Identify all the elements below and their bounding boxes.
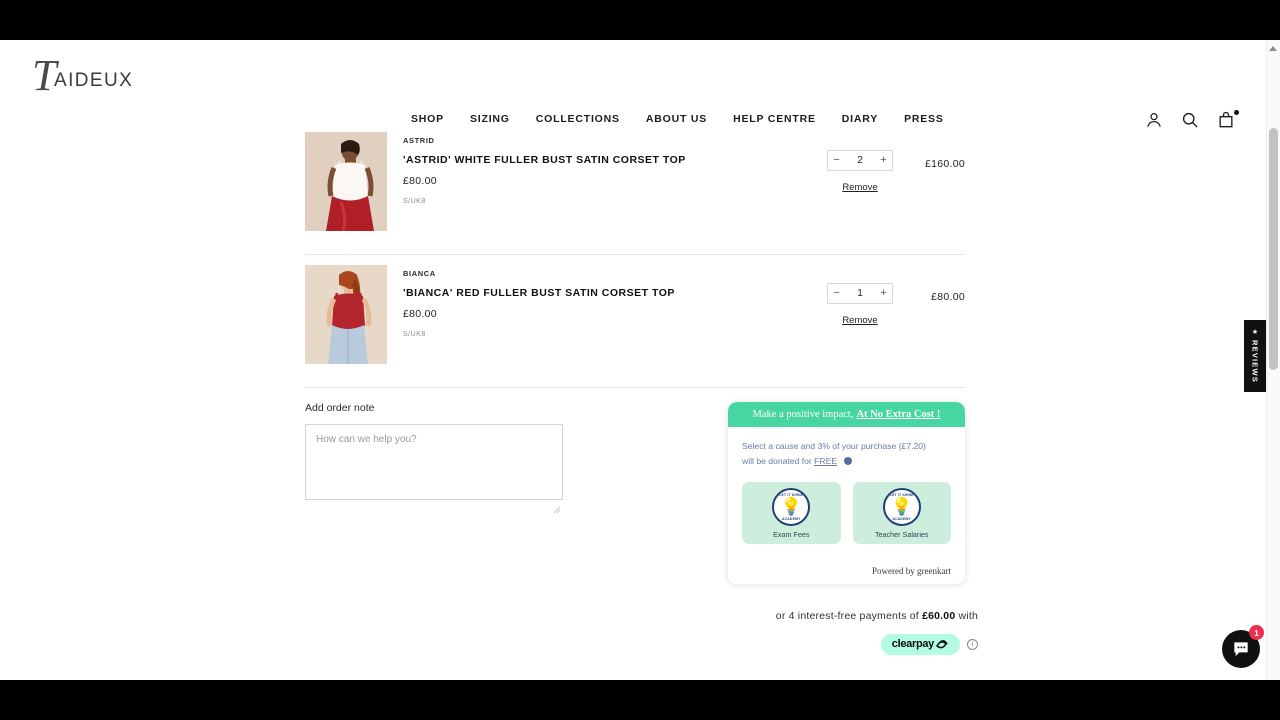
greenkart-description-line2: will be donated for — [742, 456, 812, 467]
reviews-tab-button[interactable]: ★ REVIEWS — [1244, 320, 1266, 392]
product-title[interactable]: 'ASTRID' WHITE FULLER BUST SATIN CORSET … — [403, 154, 783, 166]
product-info: ASTRID 'ASTRID' WHITE FULLER BUST SATIN … — [403, 136, 783, 205]
cause-option-teacher-salaries[interactable]: LET IT SHINE 💡 ACADEMY Teacher Salaries — [852, 482, 951, 545]
order-note-section: Add order note — [305, 402, 565, 514]
page-scrollbar[interactable] — [1266, 40, 1280, 680]
clearpay-brand-text: clearpay — [891, 638, 935, 650]
clearpay-swirl-icon — [936, 639, 948, 648]
cause-option-exam-fees[interactable]: LET IT SHINE 💡 ACADEMY Exam Fees — [742, 482, 841, 545]
clearpay-badge-row: clearpay i — [678, 634, 978, 655]
product-thumbnail-astrid[interactable] — [305, 132, 387, 231]
line-item-total: £80.00 — [931, 291, 965, 303]
badge-top-text: LET IT SHINE — [779, 492, 804, 497]
remove-item-link[interactable]: Remove — [805, 315, 915, 326]
cart-badge-dot — [1234, 110, 1239, 115]
quantity-decrease-button[interactable]: − — [828, 151, 845, 170]
clearpay-text-post: with — [958, 610, 978, 622]
cart-line-item: ASTRID 'ASTRID' WHITE FULLER BUST SATIN … — [305, 122, 965, 255]
quantity-area: − 1 + Remove — [805, 283, 915, 326]
product-unit-price: £80.00 — [403, 175, 437, 187]
greenkart-header-lead: Make a positive impact, — [752, 409, 854, 420]
quantity-value: 2 — [857, 155, 863, 166]
product-vendor: ASTRID — [403, 136, 435, 145]
cause-label: Teacher Salaries — [874, 529, 929, 539]
academy-badge-icon: LET IT SHINE 💡 ACADEMY — [882, 487, 921, 526]
site-logo[interactable]: T AIDEUX — [30, 54, 150, 106]
product-variant: S/UK8 — [403, 331, 426, 338]
cart-items-list: ASTRID 'ASTRID' WHITE FULLER BUST SATIN … — [0, 122, 1266, 388]
cart-line-item: BIANCA 'BIANCA' RED FULLER BUST SATIN CO… — [305, 255, 965, 388]
order-note-label: Add order note — [305, 402, 375, 414]
order-note-input[interactable] — [305, 424, 563, 500]
product-vendor: BIANCA — [403, 269, 436, 278]
chat-bubble-icon — [1234, 642, 1248, 657]
greenkart-header-emphasis: At No Extra Cost ! — [856, 409, 941, 420]
quantity-decrease-button[interactable]: − — [828, 284, 845, 303]
cart-totals-section: or 4 interest-free payments of £60.00 wi… — [678, 610, 978, 680]
product-variant: S/UK8 — [403, 198, 426, 205]
resize-handle-icon[interactable] — [553, 506, 561, 514]
clearpay-info-icon[interactable]: i — [967, 639, 978, 650]
clearpay-text-pre: or 4 interest-free payments of — [775, 610, 919, 622]
logo-script-letter: T — [32, 51, 57, 100]
clearpay-installments-text: or 4 interest-free payments of £60.00 wi… — [678, 610, 978, 622]
product-thumbnail-bianca[interactable] — [305, 265, 387, 364]
star-icon: ★ — [1251, 329, 1259, 336]
info-icon[interactable] — [844, 457, 853, 466]
screen: T AIDEUX SHOP SIZING COLLECTIONS ABOUT U… — [0, 0, 1280, 720]
line-item-total: £160.00 — [924, 158, 965, 170]
greenkart-free-link[interactable]: FREE — [814, 456, 837, 466]
letterbox-bottom — [0, 680, 1280, 720]
product-title[interactable]: 'BIANCA' RED FULLER BUST SATIN CORSET TO… — [403, 287, 783, 299]
remove-item-link[interactable]: Remove — [805, 182, 915, 193]
product-info: BIANCA 'BIANCA' RED FULLER BUST SATIN CO… — [403, 269, 783, 338]
cause-label: Exam Fees — [773, 529, 810, 539]
scrollbar-thumb[interactable] — [1269, 128, 1278, 370]
badge-bottom-text: ACADEMY — [892, 516, 912, 521]
scroll-up-arrow-icon[interactable] — [1269, 46, 1277, 51]
greenkart-powered-by: Powered by greenkart — [872, 566, 951, 576]
reviews-tab-label: REVIEWS — [1250, 340, 1260, 383]
clearpay-logo-badge[interactable]: clearpay — [880, 634, 960, 655]
letterbox-top — [0, 0, 1280, 40]
product-unit-price: £80.00 — [403, 308, 437, 320]
clearpay-amount: £60.00 — [922, 610, 956, 622]
chat-unread-badge: 1 — [1249, 625, 1264, 640]
greenkart-header: Make a positive impact, At No Extra Cost… — [728, 402, 965, 427]
greenkart-body: Select a cause and 3% of your purchase (… — [728, 427, 965, 545]
quantity-area: − 2 + Remove — [805, 150, 915, 193]
greenkart-donation-widget: Make a positive impact, At No Extra Cost… — [728, 402, 965, 584]
badge-bottom-text: ACADEMY — [781, 516, 801, 521]
logo-wordmark: AIDEUX — [54, 70, 134, 91]
greenkart-description-line1: Select a cause and 3% of your purchase (… — [742, 441, 926, 451]
site-header: T AIDEUX SHOP SIZING COLLECTIONS ABOUT U… — [0, 40, 1266, 128]
quantity-value: 1 — [857, 288, 863, 299]
greenkart-description: Select a cause and 3% of your purchase (… — [742, 439, 951, 469]
greenkart-cause-list: LET IT SHINE 💡 ACADEMY Exam Fees LET IT … — [742, 482, 951, 545]
browser-viewport: T AIDEUX SHOP SIZING COLLECTIONS ABOUT U… — [0, 40, 1280, 680]
lightbulb-icon: 💡 — [780, 497, 802, 517]
badge-top-text: LET IT SHINE — [889, 492, 914, 497]
academy-badge-icon: LET IT SHINE 💡 ACADEMY — [772, 487, 811, 526]
lightbulb-icon: 💡 — [891, 497, 913, 517]
